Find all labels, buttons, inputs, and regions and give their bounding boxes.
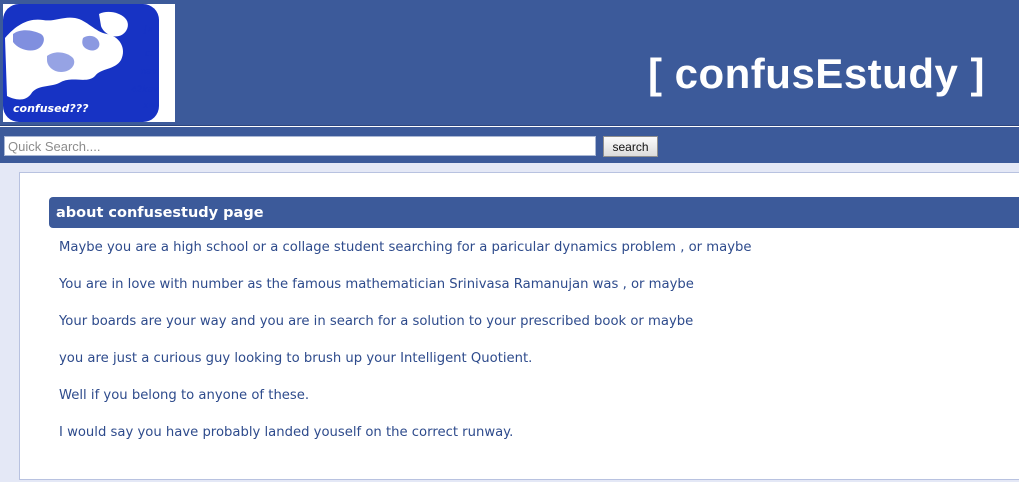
- site-title[interactable]: [ confusEstudy ]: [648, 46, 985, 102]
- about-paragraph: I would say you have probably landed you…: [59, 425, 514, 440]
- search-button[interactable]: search: [603, 136, 658, 157]
- svg-text:c:: c:: [145, 49, 153, 59]
- about-paragraph: you are just a curious guy looking to br…: [59, 351, 533, 366]
- search-bar: search: [0, 127, 1019, 163]
- svg-text:πav: πav: [141, 67, 158, 77]
- site-header: ∫x c: πav 42kav x= confused??? [ confusE…: [0, 0, 1019, 126]
- logo-caption: confused???: [13, 102, 89, 115]
- quick-search-input[interactable]: [4, 136, 596, 156]
- about-paragraph: Your boards are your way and you are in …: [59, 314, 694, 329]
- svg-text:42kav: 42kav: [131, 85, 159, 95]
- about-section-heading: about confusestudy page: [49, 197, 1019, 228]
- about-paragraph: Maybe you are a high school or a collage…: [59, 240, 752, 255]
- about-paragraph: You are in love with number as the famou…: [59, 277, 694, 292]
- svg-text:∫x: ∫x: [143, 25, 154, 35]
- site-logo[interactable]: ∫x c: πav 42kav x= confused???: [3, 4, 175, 122]
- svg-text:x=: x=: [142, 101, 156, 111]
- about-paragraph: Well if you belong to anyone of these.: [59, 388, 310, 403]
- confused-logo-image: ∫x c: πav 42kav x= confused???: [3, 4, 175, 122]
